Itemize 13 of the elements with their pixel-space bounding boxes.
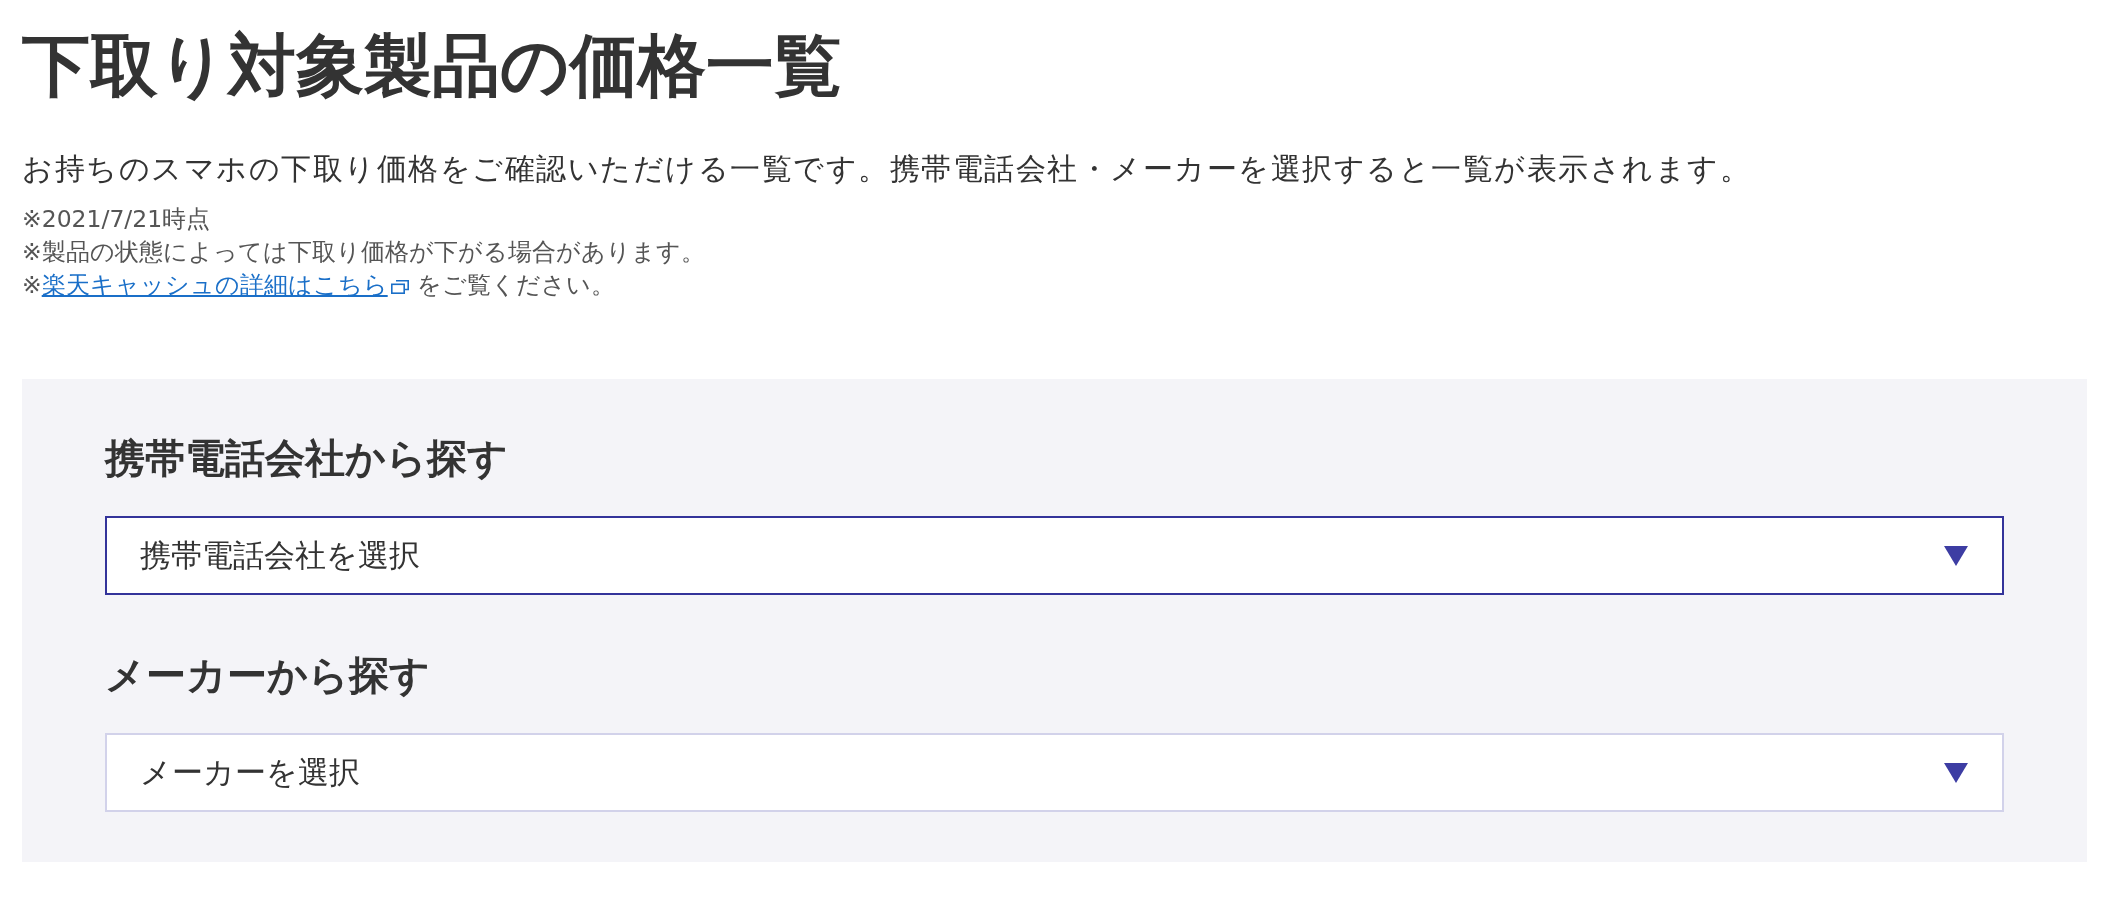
details-link[interactable]: 楽天キャッシュの詳細はこちら xyxy=(41,271,388,299)
caret-icon xyxy=(1944,762,1968,783)
note-text: ※楽天キャッシュの詳細はこちら をご覧ください。 xyxy=(22,270,616,301)
dropdown-select[interactable]: 携帯電話会社を選択 xyxy=(105,516,2004,595)
section-heading: 携帯電話会社から探す xyxy=(105,434,509,483)
dropdown-select[interactable]: メーカーを選択 xyxy=(105,733,2004,812)
description-text: お持ちのスマホの下取り価格をご確認いただける一覧です。携帯電話会社・メーカーを選択すると一覧が表示されます。 xyxy=(22,150,1752,188)
page-title: 下取り対象製品の価格一覧 xyxy=(22,25,843,107)
section-heading: メーカーから探す xyxy=(105,651,431,700)
caret-icon xyxy=(1944,545,1968,566)
note-text: ※製品の状態によっては下取り価格が下がる場合があります。 xyxy=(22,237,706,268)
external-link-icon xyxy=(390,280,409,294)
note-text: ※2021/7/21時点 xyxy=(22,204,212,235)
